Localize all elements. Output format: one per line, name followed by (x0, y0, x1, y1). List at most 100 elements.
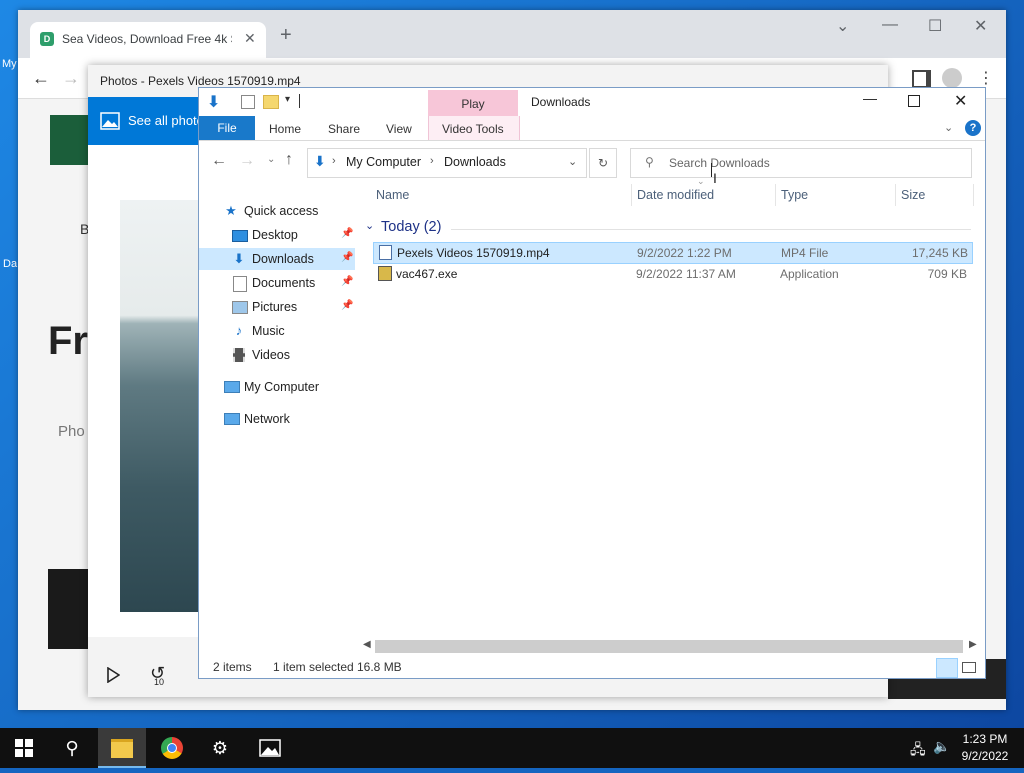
system-clock[interactable]: 1:23 PM 9/2/2022 (952, 731, 1018, 765)
downloads-icon: ⬇ (314, 153, 326, 169)
column-header-type[interactable]: Type (781, 188, 808, 202)
pictures-icon (231, 299, 248, 315)
nav-item-videos[interactable]: Videos (199, 344, 355, 366)
nav-item-downloads[interactable]: ⬇ Downloads 📌 (199, 248, 355, 270)
site-logo[interactable] (50, 115, 90, 165)
new-folder-icon[interactable] (263, 95, 279, 109)
file-name: Pexels Videos 1570919.mp4 (397, 246, 550, 260)
customize-toolbar-icon[interactable]: ▾ (285, 94, 290, 105)
search-placeholder: Search Downloads (669, 156, 770, 170)
file-explorer-taskbar-button[interactable] (98, 728, 146, 768)
refresh-button[interactable]: ↻ (589, 148, 617, 178)
network-tray-icon[interactable]: 🖧 (910, 739, 926, 763)
tab-close-icon[interactable]: ✕ (244, 30, 256, 47)
address-bar[interactable]: ⬇ › My Computer › Downloads ⌄ (307, 148, 587, 178)
column-divider[interactable] (895, 184, 896, 206)
file-explorer-window: ⬇ ▾ Play Downloads — ✕ File Home Share V… (198, 87, 986, 679)
scrollbar-thumb[interactable] (375, 640, 963, 653)
nav-item-label: Downloads (252, 252, 314, 266)
breadcrumb-my-computer[interactable]: My Computer (346, 155, 421, 169)
column-header-size[interactable]: Size (901, 188, 925, 202)
nav-item-label: Desktop (252, 228, 298, 242)
play-context-tab[interactable]: Play (428, 90, 518, 118)
nav-item-network[interactable]: Network (199, 408, 355, 430)
forward-icon[interactable]: → (239, 152, 255, 170)
file-row[interactable]: vac467.exe 9/2/2022 11:37 AM Application… (373, 264, 971, 284)
recent-locations-icon[interactable]: ⌄ (267, 154, 275, 165)
column-divider[interactable] (775, 184, 776, 206)
column-header-date-modified[interactable]: Date modified (637, 188, 714, 202)
breadcrumb-chevron-icon[interactable]: › (430, 155, 434, 167)
documents-icon (231, 275, 247, 292)
maximize-button[interactable] (908, 95, 920, 107)
column-divider[interactable] (631, 184, 632, 206)
details-view-button[interactable] (936, 658, 958, 678)
forward-icon[interactable]: → (62, 68, 80, 89)
tab-share[interactable]: Share (328, 122, 360, 136)
tab-title: Sea Videos, Download Free 4k St (62, 32, 232, 46)
close-button[interactable]: ✕ (954, 91, 967, 111)
photo-icon (100, 112, 120, 130)
large-icons-view-button[interactable] (962, 662, 976, 673)
volume-icon[interactable]: 🔈 (933, 738, 950, 755)
toolbar-divider (299, 94, 300, 108)
nav-item-my-computer[interactable]: My Computer (199, 376, 355, 398)
desktop-icon-label[interactable]: Da (3, 258, 17, 270)
expand-ribbon-icon[interactable]: ⌄ (944, 121, 953, 134)
scroll-right-icon[interactable]: ▶ (969, 639, 977, 650)
settings-taskbar-button[interactable]: ⚙ (196, 728, 244, 768)
profile-avatar[interactable] (942, 68, 962, 88)
tab-search-icon[interactable]: ⌄ (836, 16, 849, 36)
file-row[interactable]: Pexels Videos 1570919.mp4 9/2/2022 1:22 … (373, 242, 973, 264)
video-file-icon (379, 245, 392, 260)
tab-home[interactable]: Home (269, 122, 301, 136)
page-subheading: Pho (58, 423, 85, 440)
minimize-button[interactable]: — (863, 90, 877, 106)
column-divider[interactable] (973, 184, 974, 206)
search-icon[interactable]: ⚲ (48, 728, 96, 768)
photos-taskbar-button[interactable] (246, 728, 294, 768)
tab-video-tools[interactable]: Video Tools (442, 122, 504, 136)
group-header-today[interactable]: Today (2) (381, 219, 441, 235)
desktop-icon (231, 227, 248, 243)
help-icon[interactable]: ? (965, 120, 981, 136)
tab-view[interactable]: View (386, 122, 412, 136)
properties-icon[interactable] (241, 95, 255, 109)
desktop-icon-label[interactable]: My (2, 58, 17, 70)
side-panel-icon[interactable] (912, 70, 931, 88)
group-collapse-icon[interactable]: ⌄ (365, 219, 374, 232)
file-date: 9/2/2022 1:22 PM (637, 246, 732, 260)
breadcrumb-chevron-icon[interactable]: › (332, 155, 336, 167)
see-all-photos-button[interactable]: See all photos (88, 97, 210, 145)
nav-item-label: Pictures (252, 300, 298, 314)
address-history-chevron-icon[interactable]: ⌄ (568, 155, 577, 168)
new-tab-button[interactable]: + (280, 24, 292, 47)
status-selection-size: 16.8 MB (357, 660, 402, 674)
navigation-pane: ★ Quick access Desktop 📌 ⬇ Downloads 📌 D… (199, 198, 359, 638)
nav-item-documents[interactable]: Documents 📌 (199, 272, 355, 294)
download-folder-icon[interactable]: ⬇ (207, 92, 220, 112)
column-header-name[interactable]: Name (376, 188, 409, 202)
minimize-button[interactable]: — (882, 16, 898, 34)
page-heading: Fr (48, 319, 88, 363)
nav-item-music[interactable]: ♪ Music (199, 320, 355, 342)
scroll-left-icon[interactable]: ◀ (363, 639, 371, 650)
browser-tab[interactable]: D Sea Videos, Download Free 4k St ✕ (30, 22, 266, 58)
nav-item-pictures[interactable]: Pictures 📌 (199, 296, 355, 318)
chrome-taskbar-button[interactable] (148, 728, 196, 768)
back-icon[interactable]: ← (32, 68, 50, 89)
play-icon[interactable] (106, 667, 120, 683)
video-frame[interactable] (120, 200, 198, 612)
maximize-button[interactable]: ☐ (928, 16, 942, 36)
tab-file[interactable]: File (199, 116, 255, 140)
menu-dots-icon[interactable]: ⋮ (978, 68, 994, 88)
taskbar: ⚲ ⚙ 🖧 🔈 1:23 PM 9/2/2022 (0, 728, 1024, 768)
nav-item-quick-access[interactable]: ★ Quick access (199, 200, 355, 222)
breadcrumb-downloads[interactable]: Downloads (444, 155, 506, 169)
close-button[interactable]: ✕ (974, 16, 987, 36)
search-box[interactable]: ⚲ Search Downloads (630, 148, 972, 178)
start-button[interactable] (0, 728, 48, 768)
nav-item-desktop[interactable]: Desktop 📌 (199, 224, 355, 246)
up-icon[interactable]: ↑ (285, 151, 293, 169)
back-icon[interactable]: ← (211, 152, 227, 170)
